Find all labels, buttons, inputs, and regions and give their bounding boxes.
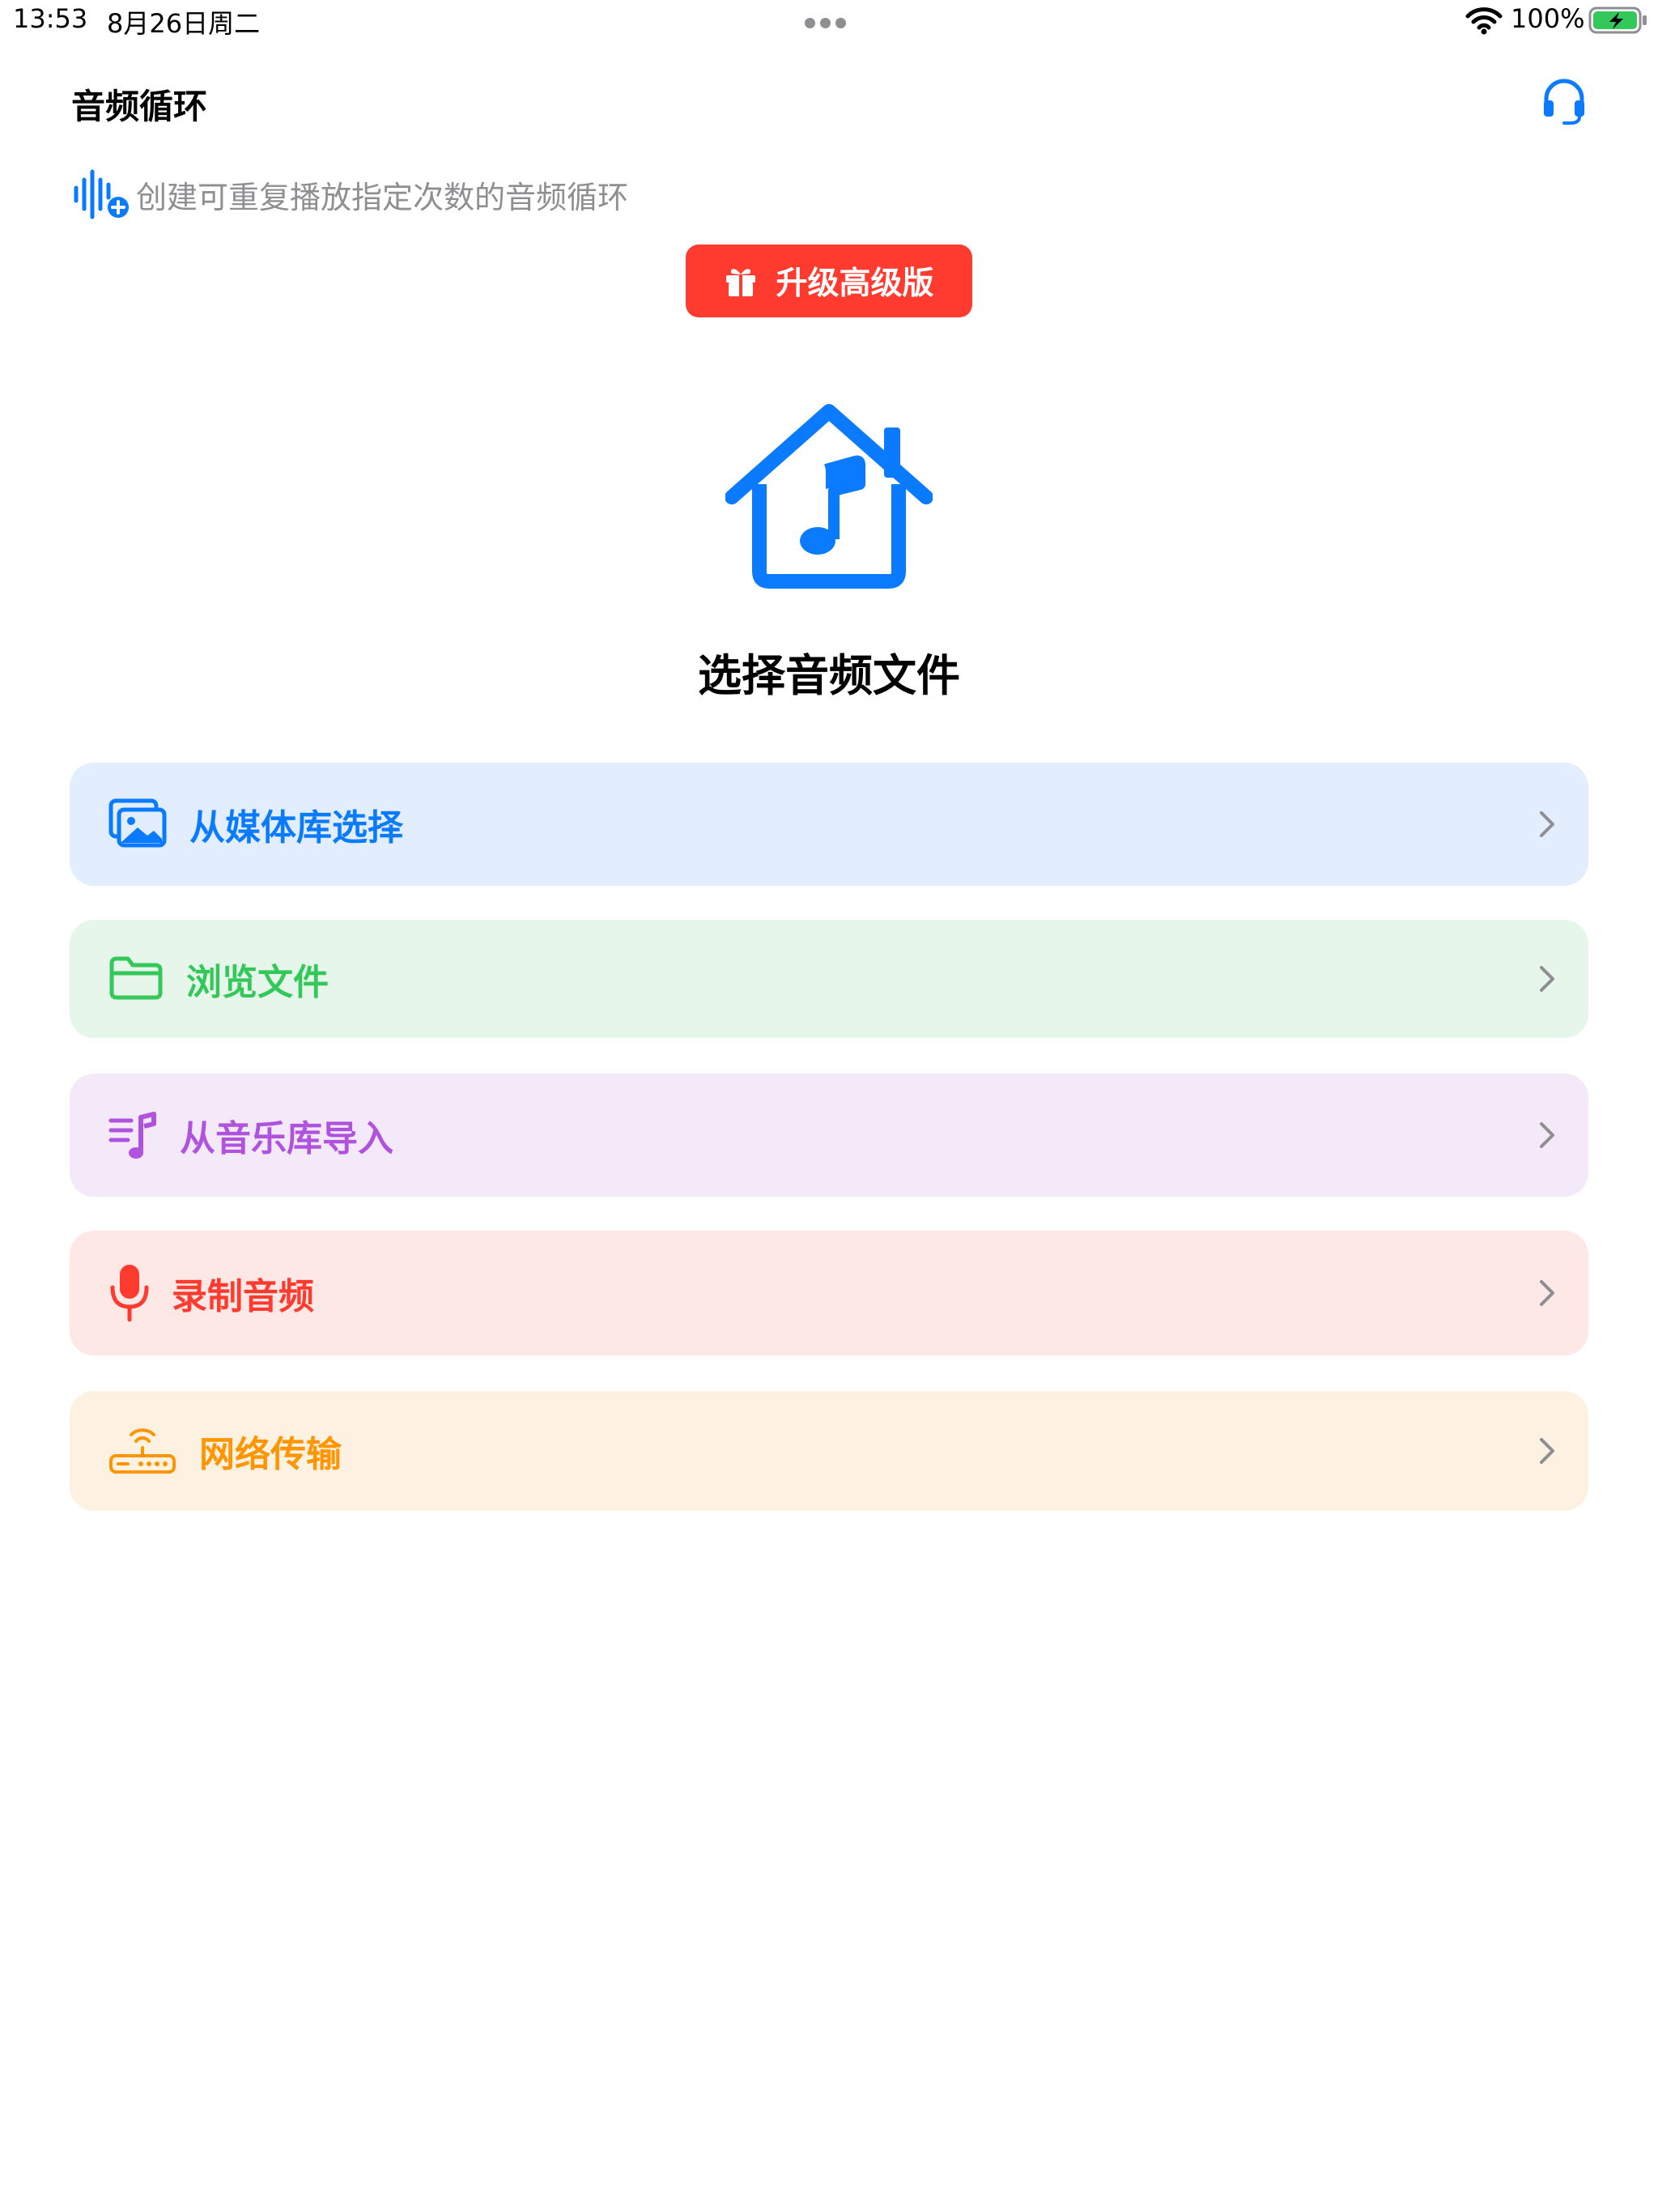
option-label: 录制音频 [172,1276,314,1317]
chevron-right-icon [1540,1438,1554,1464]
option-label: 网络传输 [199,1434,342,1475]
wifi-router-icon [109,1428,176,1474]
waveform-plus-icon [74,169,129,219]
photo-library-icon [108,798,167,848]
battery-charging-icon [1588,6,1647,34]
music-house-icon [725,404,933,589]
option-media-library[interactable]: 从媒体库选择 [70,763,1588,886]
chevron-right-icon [1540,966,1554,992]
option-label: 从音乐库导入 [180,1118,393,1159]
option-record-audio[interactable]: 录制音频 [70,1231,1588,1355]
subtitle: 创建可重复播放指定次数的音频循环 [71,169,629,219]
microphone-icon [110,1265,149,1322]
hero-title: 选择音频文件 [698,650,960,701]
chevron-right-icon [1540,1122,1554,1148]
battery-percent: 100% [1511,3,1585,34]
wifi-icon [1465,7,1503,35]
option-browse-files[interactable]: 浏览文件 [70,920,1588,1038]
folder-icon [109,956,163,1000]
music-list-icon [108,1112,156,1159]
gift-icon [726,269,756,296]
chevron-right-icon [1540,811,1554,837]
option-label: 从媒体库选择 [189,807,403,849]
upgrade-label: 升级高级版 [776,266,934,302]
multitasking-dots-icon[interactable] [805,16,853,28]
chevron-right-icon [1540,1280,1554,1306]
status-time: 13:53 [13,3,88,34]
upgrade-button[interactable]: 升级高级版 [686,245,972,317]
status-date: 8月26日周二 [107,8,261,39]
nav-title: 音频循环 [71,87,208,126]
option-music-library[interactable]: 从音乐库导入 [70,1074,1588,1197]
headphones-icon[interactable] [1541,76,1587,126]
option-network-transfer[interactable]: 网络传输 [70,1391,1588,1511]
option-label: 浏览文件 [186,962,329,1003]
subtitle-text: 创建可重复播放指定次数的音频循环 [136,179,629,215]
